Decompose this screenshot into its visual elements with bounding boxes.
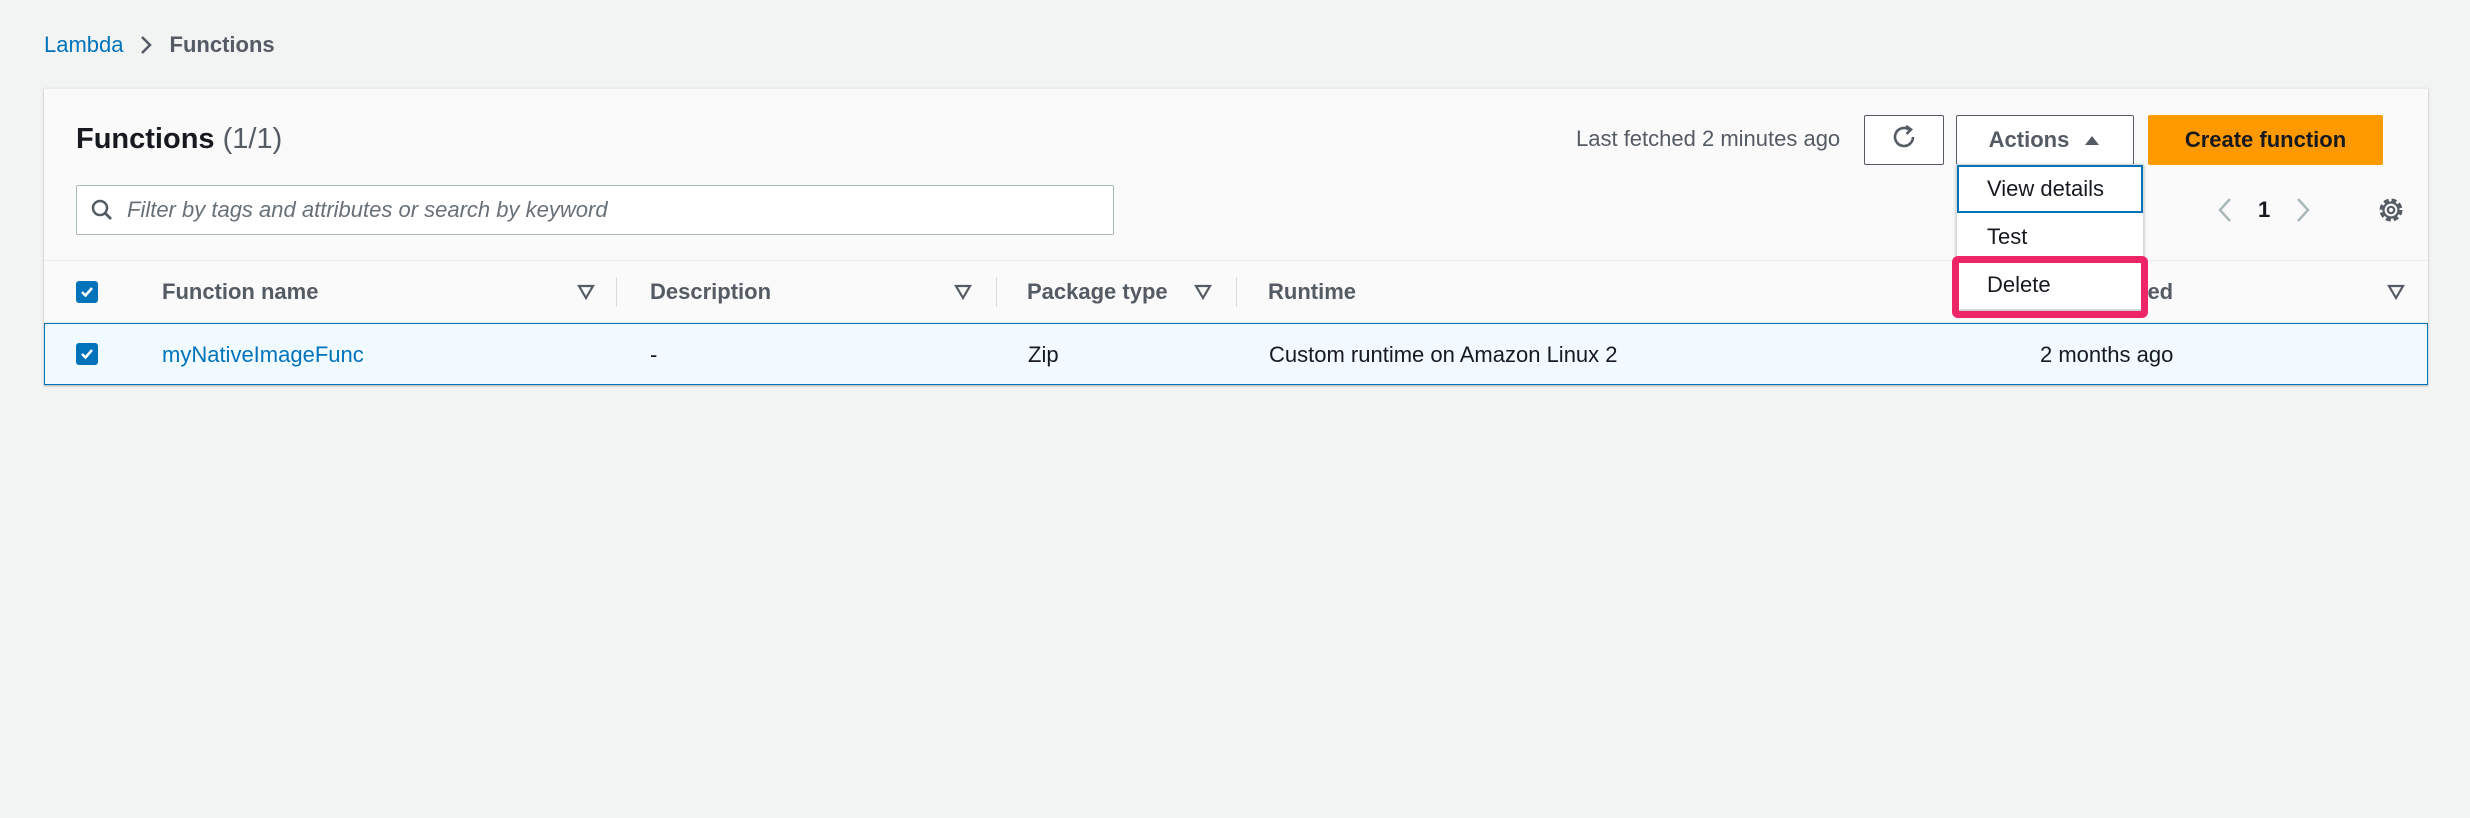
refresh-icon	[1889, 122, 1919, 158]
menu-item-view-details[interactable]: View details	[1957, 165, 2143, 213]
column-runtime[interactable]: Runtime	[1268, 261, 1356, 323]
column-divider	[616, 277, 617, 307]
column-function-name[interactable]: Function name	[162, 261, 318, 323]
create-function-button[interactable]: Create function	[2148, 115, 2383, 165]
column-description[interactable]: Description	[650, 261, 771, 323]
column-divider	[1236, 277, 1237, 307]
menu-item-test[interactable]: Test	[1957, 213, 2143, 261]
menu-item-delete[interactable]: Delete	[1957, 261, 2143, 309]
chevron-right-icon[interactable]	[2292, 195, 2314, 225]
select-all-checkbox[interactable]	[76, 281, 98, 303]
actions-menu: View details Test Delete	[1956, 164, 2144, 310]
title-text: Functions	[76, 123, 215, 155]
chevron-left-icon[interactable]	[2214, 195, 2236, 225]
breadcrumb: Lambda Functions	[44, 30, 275, 60]
function-runtime: Custom runtime on Amazon Linux 2	[1269, 342, 1618, 367]
function-name-link[interactable]: myNativeImageFunc	[162, 324, 364, 386]
page-title: Functions (1/1)	[76, 119, 282, 159]
pagination: 1	[2214, 187, 2314, 233]
column-package-type[interactable]: Package type	[1027, 261, 1168, 323]
function-package-type: Zip	[1028, 342, 1059, 367]
gear-icon[interactable]	[2374, 193, 2408, 227]
sort-icon[interactable]	[577, 283, 595, 301]
row-checkbox[interactable]	[76, 343, 98, 365]
search-field[interactable]	[76, 185, 1114, 235]
refresh-button[interactable]	[1864, 115, 1944, 165]
function-description: -	[650, 342, 658, 367]
table-row[interactable]: myNativeImageFunc - Zip Custom runtime o…	[44, 323, 2428, 385]
function-count: (1/1)	[222, 123, 283, 155]
actions-label: Actions	[1988, 127, 2070, 152]
breadcrumb-current: Functions	[169, 32, 275, 57]
last-fetched-text: Last fetched 2 minutes ago	[1576, 126, 1841, 151]
current-page[interactable]: 1	[2258, 197, 2270, 223]
function-last-modified: 2 months ago	[2040, 342, 2174, 367]
column-divider	[996, 277, 997, 307]
caret-up-icon	[2083, 127, 2101, 153]
sort-icon[interactable]	[1194, 283, 1212, 301]
actions-button[interactable]: Actions	[1956, 115, 2134, 165]
sort-icon[interactable]	[2387, 283, 2405, 301]
breadcrumb-lambda-link[interactable]: Lambda	[44, 30, 124, 60]
sort-icon[interactable]	[954, 283, 972, 301]
search-icon	[77, 185, 127, 235]
search-input[interactable]	[127, 188, 1087, 232]
chevron-right-icon	[140, 34, 154, 56]
